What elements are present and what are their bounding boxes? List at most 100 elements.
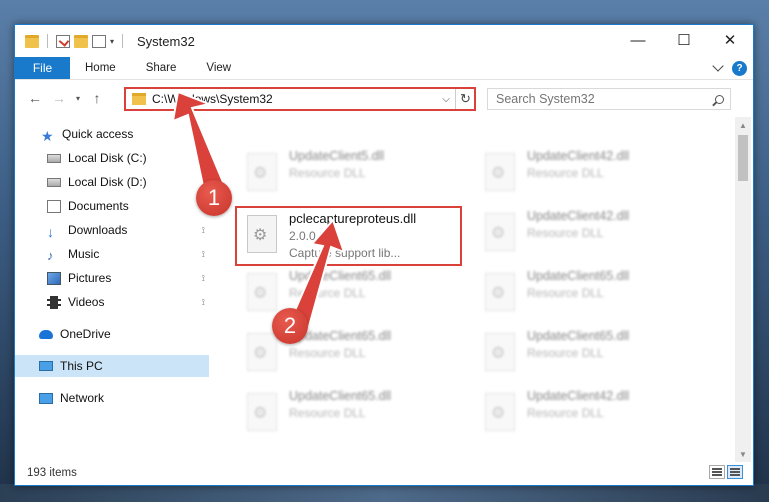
recent-locations-dropdown[interactable]: ▾ — [71, 86, 85, 110]
file-item-highlighted[interactable]: pclecaptureproteus.dll 2.0.0.17 Capture … — [241, 209, 441, 265]
pictures-icon — [47, 271, 61, 285]
toolbar-divider — [47, 34, 48, 48]
view-options-icon[interactable] — [92, 34, 106, 48]
sidebar-item-label: Network — [60, 391, 105, 405]
dll-file-icon — [247, 215, 277, 253]
file-name: pclecaptureproteus.dll — [289, 211, 417, 226]
up-button[interactable]: ↑ — [85, 86, 109, 110]
file-item[interactable]: UpdateClient42.dll Resource DLL — [479, 207, 679, 263]
quick-access-toolbar: ▾ — [15, 34, 127, 48]
title-bar: ▾ System32 — ☐ ✕ — [15, 25, 753, 57]
sidebar-item-pictures[interactable]: Pictures ⟟ — [15, 267, 209, 289]
close-button[interactable]: ✕ — [707, 25, 753, 55]
tab-file[interactable]: File — [15, 57, 70, 79]
dll-file-icon — [485, 213, 515, 251]
file-item[interactable]: UpdateClient65.dllResource DLL — [241, 327, 441, 383]
item-count: 193 items — [27, 467, 77, 479]
search-input[interactable] — [496, 92, 708, 106]
sidebar-item-label: OneDrive — [60, 327, 111, 341]
sidebar-item-music[interactable]: ♪ Music ⟟ — [15, 243, 209, 265]
sidebar-item-local-disk-d[interactable]: Local Disk (D:) ⟟ — [15, 171, 209, 193]
folder-icon — [132, 93, 146, 105]
sidebar-item-label: Quick access — [62, 127, 134, 141]
file-name: UpdateClient65.dll — [289, 389, 392, 403]
ribbon-tabs: File Home Share View ? — [15, 57, 753, 80]
documents-icon — [47, 199, 61, 213]
pin-icon[interactable]: ⟟ — [202, 225, 205, 236]
sidebar-item-label: Videos — [68, 295, 105, 309]
file-list: pclecaptureproteus.dll 2.0.0.17 Capture … — [213, 117, 728, 462]
caption-buttons: — ☐ ✕ — [615, 25, 753, 57]
sidebar-item-local-disk-c[interactable]: Local Disk (C:) ⟟ — [15, 147, 209, 169]
file-item[interactable]: UpdateClient42.dll Resource DLL — [479, 147, 679, 203]
sidebar-item-onedrive[interactable]: OneDrive — [15, 323, 209, 345]
scroll-down-icon[interactable]: ▼ — [735, 446, 751, 462]
file-item[interactable]: UpdateClient65.dllResource DLL — [241, 387, 441, 443]
file-item[interactable]: UpdateClient65.dllResource DLL — [241, 267, 441, 323]
pane-divider[interactable] — [209, 121, 210, 461]
pin-icon[interactable]: ⟟ — [202, 153, 205, 164]
file-type: Resource DLL — [289, 346, 366, 360]
navigation-pane: ★ Quick access Local Disk (C:) ⟟ Local Disk … — [15, 121, 209, 461]
pin-icon[interactable]: ⟟ — [202, 297, 205, 308]
sidebar-item-network[interactable]: Network — [15, 387, 209, 409]
expand-ribbon-chevron-icon[interactable] — [712, 60, 724, 72]
view-buttons — [709, 465, 743, 479]
search-box[interactable] — [487, 88, 731, 110]
file-name: UpdateClient5.dll — [289, 149, 385, 163]
address-bar[interactable]: C:\Windows\System32 ⌵ — [124, 87, 476, 111]
videos-icon — [47, 295, 61, 309]
this-pc-icon — [39, 361, 53, 371]
refresh-button[interactable]: ↻ — [455, 89, 475, 109]
sidebar-item-label: Local Disk (C:) — [68, 151, 147, 165]
status-bar: 193 items — [15, 461, 753, 485]
file-item[interactable]: UpdateClient5.dll Resource DLL — [241, 147, 441, 203]
network-icon — [39, 392, 53, 404]
scroll-up-icon[interactable]: ▲ — [735, 117, 751, 133]
details-view-icon[interactable] — [709, 465, 725, 479]
disk-icon — [47, 177, 61, 187]
tab-view[interactable]: View — [191, 57, 246, 79]
back-button[interactable]: ← — [23, 86, 47, 110]
sidebar-item-label: Downloads — [68, 223, 128, 237]
search-icon[interactable] — [708, 94, 730, 104]
help-icon[interactable]: ? — [732, 60, 747, 76]
sidebar-item-label: Music — [68, 247, 100, 261]
address-dropdown-icon[interactable]: ⌵ — [438, 94, 454, 105]
pin-icon[interactable]: ⟟ — [202, 249, 205, 260]
address-path[interactable]: C:\Windows\System32 — [152, 92, 438, 106]
sidebar-item-label: Local Disk (D:) — [68, 175, 147, 189]
sidebar-item-this-pc[interactable]: This PC — [15, 355, 209, 377]
new-folder-icon[interactable] — [74, 34, 88, 48]
file-type: Resource DLL — [527, 406, 604, 420]
sidebar-item-downloads[interactable]: ↓ Downloads ⟟ — [15, 219, 209, 241]
file-item[interactable]: UpdateClient65.dllResource DLL — [479, 327, 679, 383]
minimize-button[interactable]: — — [615, 25, 661, 55]
file-item[interactable]: UpdateClient42.dll Resource DLL — [479, 387, 679, 443]
star-icon: ★ — [41, 127, 54, 144]
sidebar-item-documents[interactable]: Documents⟟ — [15, 195, 209, 217]
file-item[interactable]: UpdateClient65.dllResource DLL — [479, 267, 679, 323]
dll-file-icon — [247, 333, 277, 371]
customize-toolbar-dropdown-icon[interactable]: ▾ — [110, 37, 114, 46]
navigation-bar: ← → ▾ ↑ C:\Windows\System32 ⌵ ↻ — [15, 81, 753, 115]
vertical-scrollbar[interactable]: ▲ ▼ — [735, 117, 751, 462]
step-marker-1: 1 — [196, 180, 232, 216]
pin-icon[interactable]: ⟟ — [202, 273, 205, 284]
file-type: Resource DLL — [289, 166, 366, 180]
sidebar-item-quick-access[interactable]: ★ Quick access — [15, 123, 209, 145]
forward-button[interactable]: → — [47, 86, 71, 110]
file-name: UpdateClient42.dll — [527, 389, 630, 403]
sidebar-item-videos[interactable]: Videos ⟟ — [15, 291, 209, 313]
file-name: UpdateClient42.dll — [527, 209, 630, 223]
desktop-background — [0, 484, 769, 502]
scroll-thumb[interactable] — [738, 135, 748, 181]
sidebar-item-label: Documents — [68, 199, 129, 213]
maximize-button[interactable]: ☐ — [661, 25, 707, 55]
folder-icon — [25, 34, 39, 48]
properties-icon[interactable] — [56, 34, 70, 48]
tab-share[interactable]: Share — [131, 57, 192, 79]
tiles-view-icon[interactable] — [727, 465, 743, 479]
tab-home[interactable]: Home — [70, 57, 131, 79]
dll-file-icon — [485, 393, 515, 431]
